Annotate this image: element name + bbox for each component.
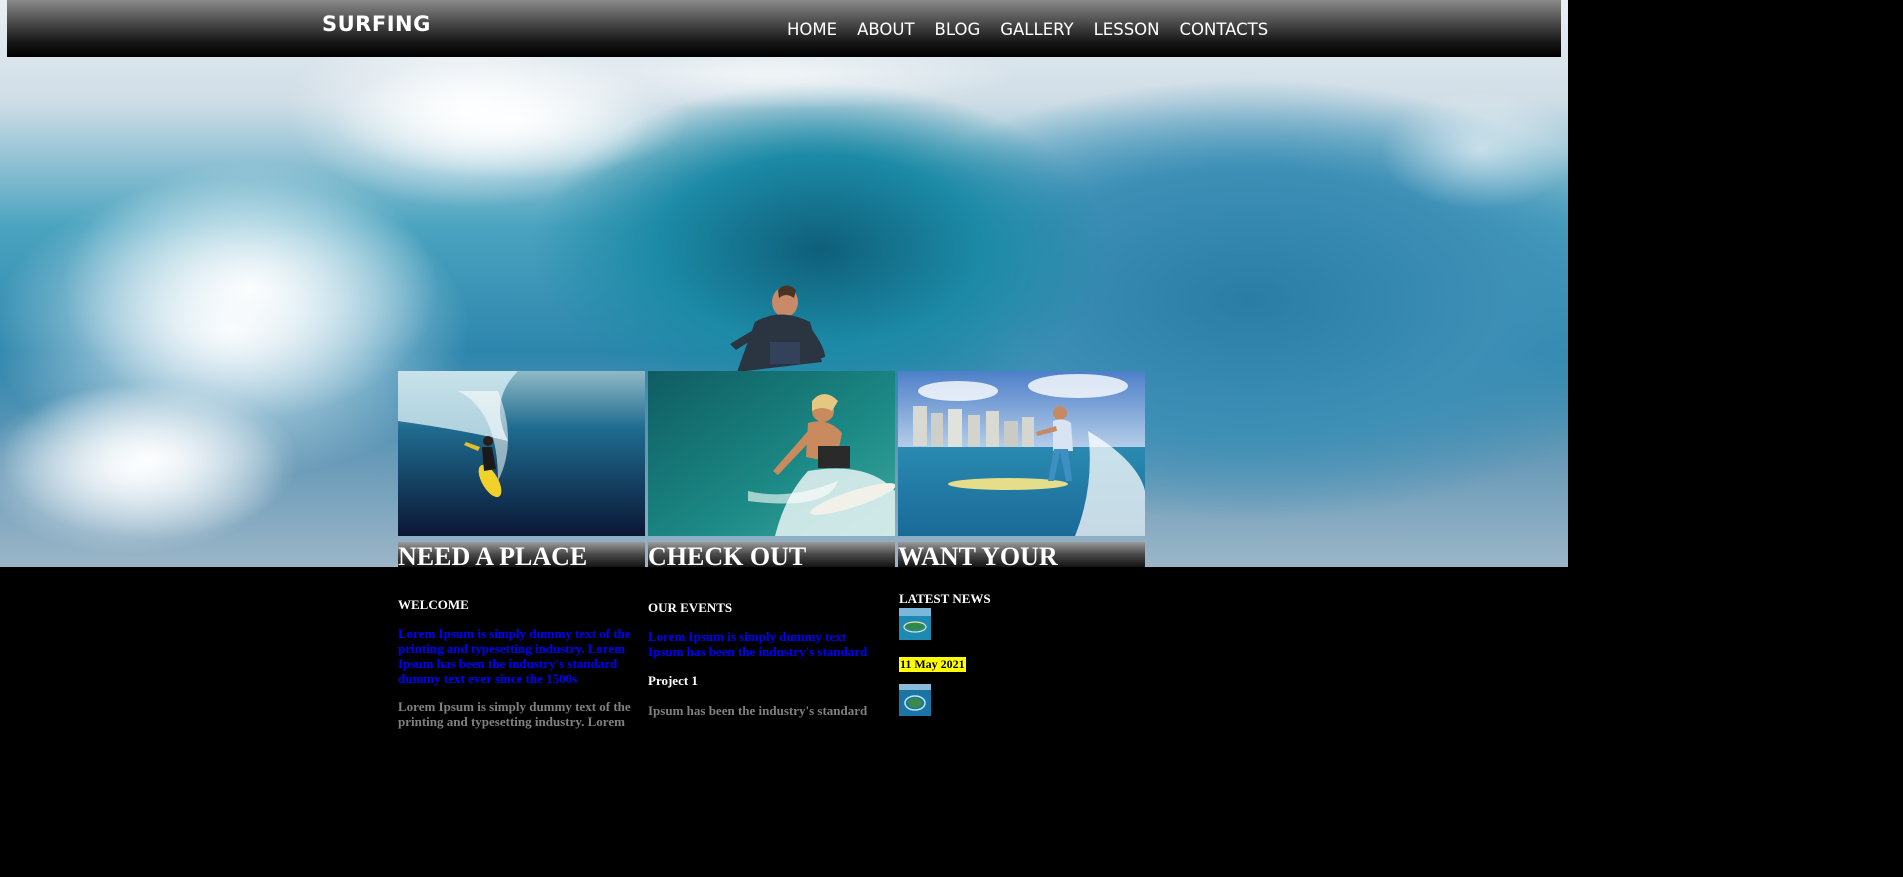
events-blue-text[interactable]: Lorem Ipsum is simply dummy text Ipsum h… [648, 629, 883, 659]
nav-about[interactable]: ABOUT [857, 20, 914, 39]
news-thumbnail-island[interactable] [899, 608, 931, 640]
news-date: 11 May 2021 [899, 657, 966, 672]
main-nav: HOME ABOUT BLOG GALLERY LESSON CONTACTS [787, 20, 1288, 39]
nav-lesson[interactable]: LESSON [1094, 20, 1160, 39]
card-image-paddleboard-city [898, 371, 1145, 536]
project-title: Project 1 [648, 673, 698, 688]
nav-gallery[interactable]: GALLERY [1000, 20, 1073, 39]
card-image-big-wave-surfer [398, 371, 645, 536]
nav-home[interactable]: HOME [787, 20, 837, 39]
feature-card[interactable]: NEED A PLACE [398, 371, 645, 567]
events-heading: OUR EVENTS [648, 600, 733, 615]
hero-surfer-image [730, 285, 825, 372]
card-caption: NEED A PLACE [398, 542, 645, 567]
events-column: OUR EVENTS Lorem Ipsum is simply dummy t… [648, 600, 883, 718]
card-caption: CHECK OUT [648, 542, 895, 567]
welcome-column: WELCOME Lorem Ipsum is simply dummy text… [398, 597, 638, 729]
nav-contacts[interactable]: CONTACTS [1180, 20, 1269, 39]
welcome-heading: WELCOME [398, 597, 469, 612]
card-image-surfer-crouching [648, 371, 895, 536]
news-column: LATEST NEWS 11 May 2021 [899, 591, 1139, 723]
events-gray-text: Ipsum has been the industry's standard [648, 703, 868, 718]
card-caption: WANT YOUR [898, 542, 1145, 567]
site-logo[interactable]: SURFING [322, 12, 431, 36]
news-heading: LATEST NEWS [899, 591, 991, 606]
news-thumbnail-atoll[interactable] [899, 684, 931, 716]
feature-card[interactable]: WANT YOUR [898, 371, 1145, 567]
welcome-gray-text: Lorem Ipsum is simply dummy text of the … [398, 699, 631, 729]
welcome-blue-text[interactable]: Lorem Ipsum is simply dummy text of the … [398, 626, 638, 686]
feature-card[interactable]: CHECK OUT [648, 371, 895, 567]
nav-blog[interactable]: BLOG [935, 20, 981, 39]
top-navigation-bar: SURFING HOME ABOUT BLOG GALLERY LESSON C… [7, 0, 1561, 57]
feature-cards: NEED A PLACE CHECK OUT WANT YOUR [398, 371, 1147, 567]
